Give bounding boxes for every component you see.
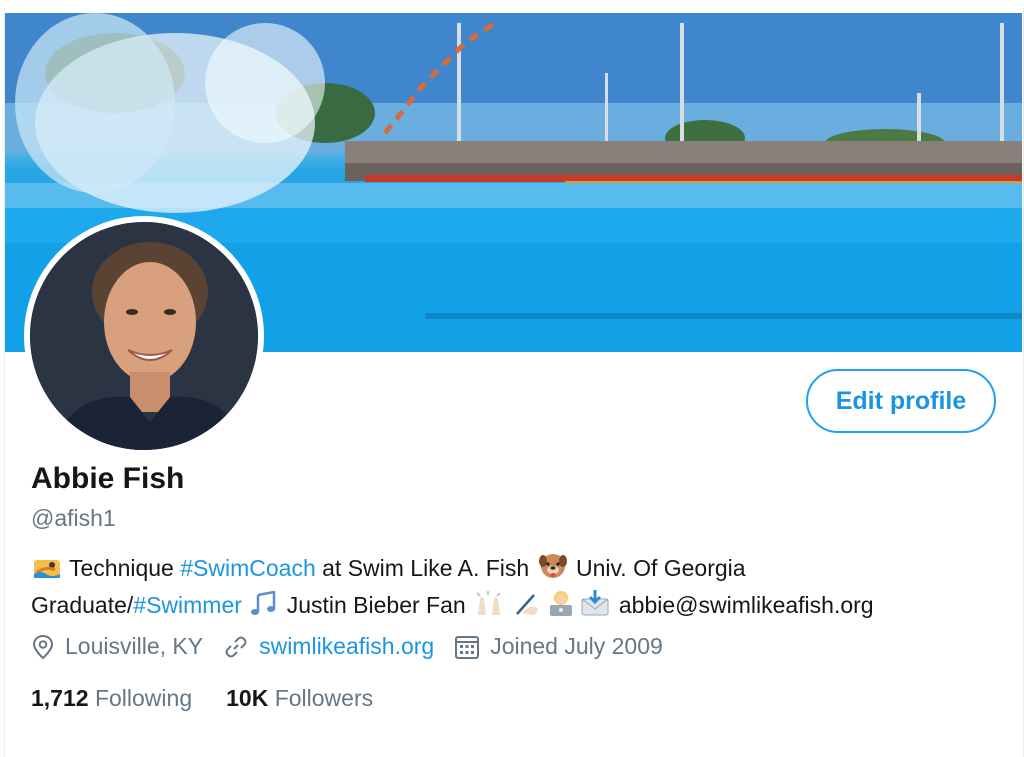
profile-meta: Louisville, KY swimlikeafish.org Joined … bbox=[31, 633, 683, 660]
hashtag-swimcoach-link[interactable]: #SwimCoach bbox=[180, 555, 316, 581]
location-text: Louisville, KY bbox=[65, 633, 204, 659]
profile-handle: @afish1 bbox=[31, 505, 116, 531]
joined-text: Joined July 2009 bbox=[490, 633, 663, 659]
bulldog-emoji-icon bbox=[538, 552, 568, 589]
following-stat[interactable]: 1,712 Following bbox=[31, 685, 192, 712]
avatar[interactable] bbox=[24, 216, 264, 456]
bio-line-1: Technique #SwimCoach at Swim Like A. Fis… bbox=[31, 552, 991, 589]
bio-text: Univ. Of Georgia bbox=[569, 555, 746, 581]
bio-text: at Swim Like A. Fish bbox=[315, 555, 536, 581]
followers-count: 10K bbox=[226, 685, 269, 711]
envelope-arrow-emoji-icon bbox=[580, 589, 610, 626]
music-notes-emoji-icon bbox=[250, 590, 278, 626]
website-item[interactable]: swimlikeafish.org bbox=[223, 633, 434, 660]
location-pin-icon bbox=[32, 634, 54, 659]
hashtag-swimmer-link[interactable]: #Swimmer bbox=[133, 592, 242, 618]
website-link[interactable]: swimlikeafish.org bbox=[259, 633, 434, 660]
profile-stats: 1,712 Following 10K Followers bbox=[31, 685, 407, 712]
joined-item: Joined July 2009 bbox=[454, 633, 663, 660]
followers-label: Followers bbox=[274, 685, 374, 711]
profile-bio: Technique #SwimCoach at Swim Like A. Fis… bbox=[31, 552, 991, 626]
following-label: Following bbox=[94, 685, 193, 711]
bio-text: Justin Bieber Fan bbox=[280, 592, 473, 618]
link-icon bbox=[225, 636, 247, 657]
profile-name: Abbie Fish bbox=[31, 462, 185, 495]
following-count: 1,712 bbox=[31, 685, 89, 711]
calendar-icon bbox=[455, 635, 480, 659]
swimmer-emoji-icon bbox=[33, 554, 61, 589]
bio-line-2: Graduate/#Swimmer Justin Bieber Fan abbi… bbox=[31, 589, 991, 626]
location-item: Louisville, KY bbox=[31, 633, 203, 660]
followers-stat[interactable]: 10K Followers bbox=[226, 685, 373, 712]
bio-email: abbie@swimlikeafish.org bbox=[618, 592, 874, 618]
bio-text: Graduate/ bbox=[31, 592, 134, 618]
writing-hand-emoji-icon bbox=[514, 589, 542, 626]
technologist-emoji-icon bbox=[546, 589, 576, 626]
bio-text: Technique bbox=[68, 555, 181, 581]
raising-hands-emoji-icon bbox=[474, 589, 504, 626]
edit-profile-button[interactable]: Edit profile bbox=[806, 369, 996, 433]
